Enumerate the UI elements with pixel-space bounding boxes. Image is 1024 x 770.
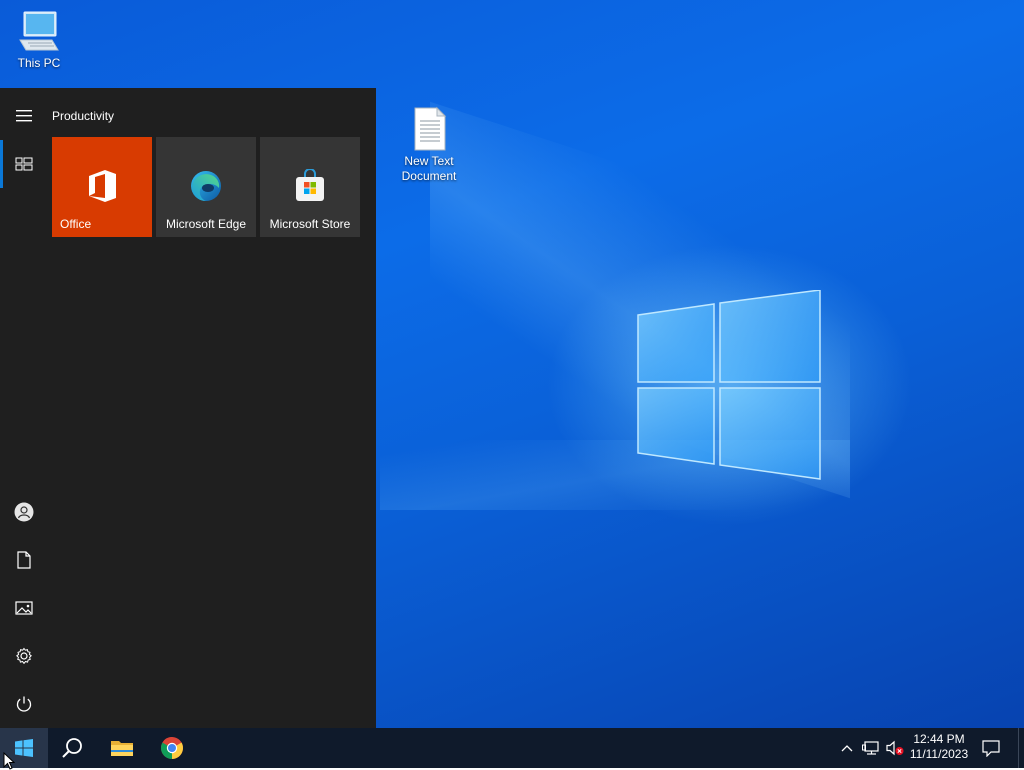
- notification-icon: [982, 740, 1000, 757]
- action-center-button[interactable]: [976, 728, 1006, 768]
- clock-date: 11/11/2023: [909, 747, 969, 761]
- this-pc-icon: [19, 11, 59, 51]
- show-desktop-button[interactable]: [1018, 728, 1024, 768]
- search-icon: [62, 738, 82, 758]
- chrome-button[interactable]: [148, 728, 196, 768]
- clock-time: 12:44 PM: [913, 732, 965, 746]
- file-explorer-button[interactable]: [98, 728, 146, 768]
- all-apps-icon: [15, 157, 33, 171]
- clock-button[interactable]: 12:44 PM 11/11/2023: [906, 732, 972, 762]
- start-menu-rail: [0, 88, 48, 728]
- search-button[interactable]: [48, 728, 96, 768]
- tile-office[interactable]: Office: [52, 137, 152, 237]
- all-apps-button[interactable]: [0, 140, 48, 188]
- documents-button[interactable]: [0, 536, 48, 584]
- settings-button[interactable]: [0, 632, 48, 680]
- pictures-button[interactable]: [0, 584, 48, 632]
- network-button[interactable]: [860, 728, 882, 768]
- start-icon: [15, 739, 33, 757]
- desktop-icon-label: This PC: [17, 56, 61, 70]
- file-explorer-icon: [111, 741, 133, 756]
- taskbar: 12:44 PM 11/11/2023: [0, 728, 1024, 770]
- desktop-icon-this-pc[interactable]: This PC: [0, 10, 78, 71]
- user-account-button[interactable]: [0, 488, 48, 536]
- store-icon: [296, 169, 324, 201]
- expand-menu-button[interactable]: [0, 92, 48, 140]
- windows-wallpaper-logo: [637, 290, 821, 480]
- chrome-icon: [161, 737, 183, 759]
- mouse-cursor-icon: [3, 752, 15, 770]
- tile-label: Microsoft Edge: [165, 217, 247, 231]
- tile-group-title: Productivity: [52, 109, 115, 123]
- tile-microsoft-edge[interactable]: Microsoft Edge: [156, 137, 256, 237]
- tile-label: Microsoft Store: [269, 217, 351, 231]
- desktop-icon-label: New Text Document: [401, 154, 457, 183]
- office-icon: [89, 170, 116, 202]
- power-button[interactable]: [0, 680, 48, 728]
- text-document-icon: [414, 106, 447, 151]
- edge-icon: [191, 171, 221, 201]
- network-icon: [862, 741, 879, 755]
- power-icon: [16, 696, 32, 712]
- chevron-up-icon: [841, 745, 853, 752]
- pictures-icon: [15, 601, 33, 615]
- tile-label: Office: [60, 217, 92, 231]
- hamburger-menu-icon: [16, 110, 32, 122]
- show-hidden-icons-button[interactable]: [836, 728, 858, 768]
- tile-microsoft-store[interactable]: Microsoft Store: [260, 137, 360, 237]
- volume-muted-icon: [886, 740, 904, 756]
- settings-icon: [16, 647, 32, 665]
- volume-button[interactable]: [884, 728, 906, 768]
- documents-icon: [17, 551, 31, 569]
- desktop-icon-new-text-document[interactable]: New Text Document: [390, 106, 468, 184]
- start-menu: Productivity Office Microsoft Edge Micro…: [0, 88, 376, 728]
- user-account-icon: [14, 502, 34, 522]
